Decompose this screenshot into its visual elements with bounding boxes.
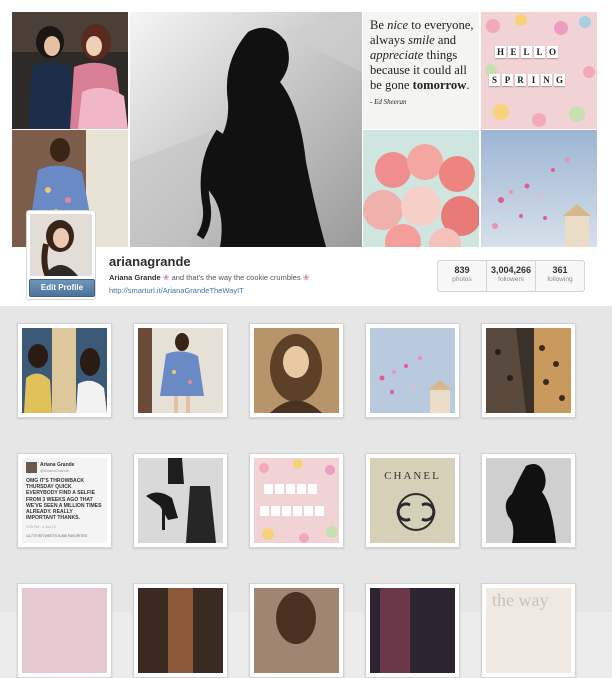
tweet-avatar <box>26 462 37 473</box>
photo-thumbnail[interactable] <box>365 583 460 678</box>
photo-image <box>254 458 339 543</box>
quote-author: - Ed Sheeran <box>370 98 407 106</box>
photo-image <box>22 588 107 673</box>
quote-text: Be nice to everyone, always smile and ap… <box>370 18 478 110</box>
photo-grid: Ariana Grande @ArianaGrande OMG IT'S THR… <box>0 306 612 678</box>
photo-image <box>486 458 571 543</box>
photo-image <box>486 328 571 413</box>
letter-tile: N <box>541 74 552 86</box>
header-balloons-image <box>363 130 479 247</box>
header-sky-balloons-image <box>481 130 597 247</box>
profile-bio: Ariana Grande ❀ and that's the way the c… <box>109 273 309 282</box>
photo-thumbnail[interactable]: the way <box>481 583 576 678</box>
letter-tile: L <box>521 46 532 58</box>
photo-image: CHANEL <box>370 458 455 543</box>
profile-website-link[interactable]: http://smarturl.it/ArianaGrandeTheWayIT <box>109 286 244 295</box>
flower-icon: ❀ <box>162 273 170 282</box>
photo-thumbnail[interactable] <box>133 583 228 678</box>
tweet-text: OMG IT'S THROWBACK THURSDAY QUICK EVERYB… <box>26 478 102 522</box>
photo-image <box>138 458 223 543</box>
tweet-counts: 14,775 RETWEETS 8,086 FAVORITES <box>26 534 88 538</box>
letter-tile: P <box>502 74 513 86</box>
photo-image <box>254 328 339 413</box>
header-quote-image: Be nice to everyone, always smile and ap… <box>363 12 479 129</box>
profile-header: Be nice to everyone, always smile and ap… <box>0 0 612 306</box>
profile-picture-card: Edit Profile <box>26 210 96 300</box>
photo-image <box>370 328 455 413</box>
photo-thumbnail[interactable] <box>249 583 344 678</box>
letter-tile: S <box>489 74 500 86</box>
photo-image <box>22 328 107 413</box>
profile-username: arianagrande <box>109 254 191 269</box>
photo-caption-text: the way <box>492 590 549 610</box>
photo-thumbnail[interactable] <box>249 453 344 548</box>
letter-tile: H <box>495 46 506 58</box>
photo-image <box>254 588 339 673</box>
stat-followers[interactable]: 3,004,266 followers <box>487 261 536 291</box>
photo-image <box>138 588 223 673</box>
letter-tile: L <box>534 46 545 58</box>
photo-thumbnail[interactable] <box>17 323 112 418</box>
photo-image <box>370 588 455 673</box>
stat-label: followers <box>498 276 524 283</box>
photo-image: the way <box>486 588 571 673</box>
bio-text: and that's the way the cookie crumbles <box>171 273 301 282</box>
header-hello-spring-image: H E L L O S P R I N G <box>481 12 597 129</box>
photo-thumbnail[interactable] <box>481 323 576 418</box>
header-photo-friends <box>12 12 128 129</box>
photo-thumbnail[interactable] <box>133 453 228 548</box>
profile-stats: 839 photos 3,004,266 followers 361 follo… <box>437 260 585 292</box>
photo-thumbnail[interactable]: Ariana Grande @ArianaGrande OMG IT'S THR… <box>17 453 112 548</box>
stat-photos[interactable]: 839 photos <box>438 261 487 291</box>
flower-icon: ❀ <box>302 273 310 282</box>
edit-profile-button[interactable]: Edit Profile <box>29 279 95 297</box>
avatar[interactable] <box>30 214 92 276</box>
photo-thumbnail[interactable] <box>17 583 112 678</box>
stat-value: 361 <box>552 265 568 275</box>
letter-tile: O <box>547 46 558 58</box>
letter-tile: G <box>554 74 565 86</box>
stat-label: following <box>547 276 573 283</box>
tweet-date: 4:09 PM - 4 Jun 13 <box>26 525 56 529</box>
stat-value: 3,004,266 <box>490 265 532 275</box>
photo-thumbnail[interactable]: CHANEL <box>365 453 460 548</box>
tweet-screenshot: Ariana Grande @ArianaGrande OMG IT'S THR… <box>22 458 107 543</box>
header-photo-silhouette <box>130 12 362 247</box>
spring-tiles: S P R I N G <box>489 74 565 86</box>
photo-image <box>138 328 223 413</box>
photo-thumbnail[interactable] <box>481 453 576 548</box>
stat-label: photos <box>452 276 472 283</box>
letter-tile: R <box>515 74 526 86</box>
hello-tiles: H E L L O <box>495 46 558 58</box>
photo-thumbnail[interactable] <box>249 323 344 418</box>
stat-value: 839 <box>454 265 470 275</box>
photo-thumbnail[interactable] <box>133 323 228 418</box>
stat-following[interactable]: 361 following <box>536 261 584 291</box>
letter-tile: I <box>528 74 539 86</box>
tweet-handle: @ArianaGrande <box>40 468 69 473</box>
profile-full-name: Ariana Grande <box>109 273 161 282</box>
photo-thumbnail[interactable] <box>365 323 460 418</box>
letter-tile: E <box>508 46 519 58</box>
